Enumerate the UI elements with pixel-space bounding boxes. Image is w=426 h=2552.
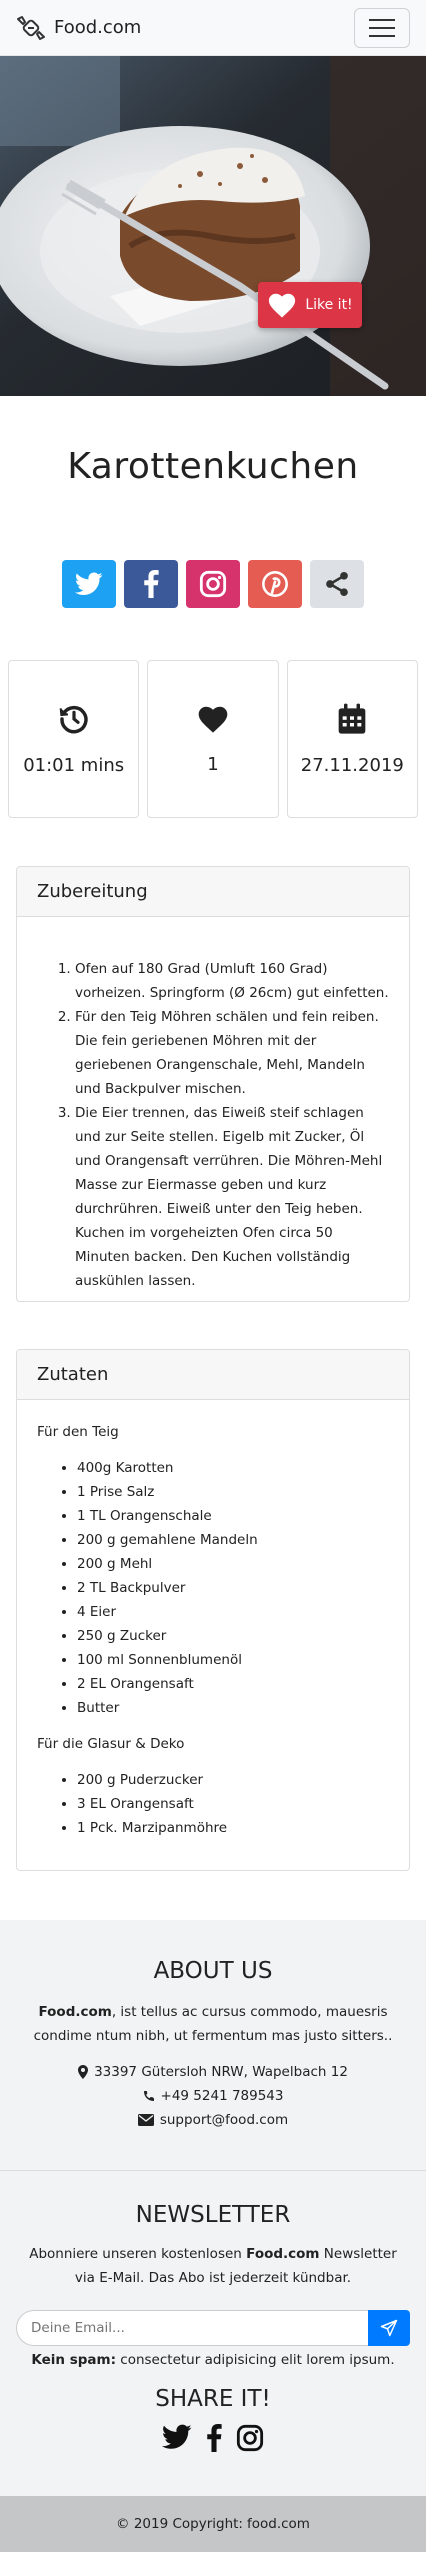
ingredients-card: Zutaten Für den Teig 400g Karotten 1 Pri… xyxy=(16,1349,410,1871)
ingredient-item: 3 EL Orangensaft xyxy=(77,1792,389,1816)
copyright-link[interactable]: food.com xyxy=(247,2516,310,2532)
heart-icon xyxy=(198,706,228,733)
heart-icon xyxy=(269,293,296,318)
menu-toggle-button[interactable] xyxy=(354,7,410,48)
ingredient-group-title: Für die Glasur & Deko xyxy=(37,1736,185,1752)
ingredient-item: 400g Karotten xyxy=(77,1456,389,1480)
ingredient-item: 4 Eier xyxy=(77,1600,389,1624)
ingredient-item: 2 EL Orangensaft xyxy=(77,1672,389,1696)
ingredients-body: Für den Teig 400g Karotten 1 Prise Salz … xyxy=(17,1400,409,1840)
map-marker-icon xyxy=(78,2065,89,2079)
preparation-steps: Ofen auf 180 Grad (Umluft 160 Grad) vorh… xyxy=(17,917,409,1293)
ingredient-group-title: Für den Teig xyxy=(37,1424,119,1440)
about-text: Food.com, ist tellus ac cursus commodo, … xyxy=(33,2004,393,2044)
history-icon xyxy=(59,705,88,733)
share-more-button[interactable] xyxy=(310,560,364,608)
brand-name: Food.com xyxy=(54,17,142,38)
instagram-share-button[interactable] xyxy=(186,560,240,608)
about-title: ABOUT US xyxy=(153,1958,273,1984)
copyright-text: © 2019 Copyright: xyxy=(116,2516,243,2532)
ingredient-item: 2 TL Backpulver xyxy=(77,1576,389,1600)
contact-email[interactable]: support@food.com xyxy=(0,2112,426,2128)
navbar: Food.com xyxy=(0,0,426,56)
recipe-hero-image: Like it! xyxy=(0,56,426,396)
spam-note: Kein spam: consectetur adipisicing elit … xyxy=(31,2352,395,2368)
about-brand: Food.com xyxy=(38,2004,112,2020)
stat-date-value: 27.11.2019 xyxy=(300,754,404,776)
share-icon xyxy=(326,571,348,597)
twitter-share-button[interactable] xyxy=(62,560,116,608)
recipe-title: Karottenkuchen xyxy=(67,446,359,487)
preparation-step: Ofen auf 180 Grad (Umluft 160 Grad) vorh… xyxy=(75,957,389,1005)
stat-time-value: 01:01 mins xyxy=(23,754,125,776)
twitter-icon xyxy=(75,572,103,595)
ingredient-item: 200 g gemahlene Mandeln xyxy=(77,1528,389,1552)
newsletter-submit-button[interactable] xyxy=(368,2310,410,2346)
facebook-icon xyxy=(144,570,159,598)
footer-share-icons xyxy=(0,2424,426,2452)
hamburger-icon xyxy=(369,18,395,21)
contact-address: 33397 Gütersloh NRW, Wapelbach 12 xyxy=(0,2064,426,2080)
facebook-share-button[interactable] xyxy=(124,560,178,608)
share-buttons xyxy=(0,560,426,608)
twitter-icon[interactable] xyxy=(162,2424,192,2450)
pinterest-share-button[interactable] xyxy=(248,560,302,608)
ingredient-item: 200 g Puderzucker xyxy=(77,1768,389,1792)
newsletter-email-input[interactable] xyxy=(16,2310,368,2346)
preparation-header: Zubereitung xyxy=(17,867,409,917)
newsletter-form xyxy=(16,2310,410,2346)
stat-likes-value: 1 xyxy=(207,753,219,775)
brand-link[interactable]: Food.com xyxy=(16,13,141,43)
recipe-stats: 01:01 mins 1 27.11.2019 xyxy=(8,660,418,818)
ingredient-item: 1 TL Orangenschale xyxy=(77,1504,389,1528)
ingredients-header: Zutaten xyxy=(17,1350,409,1400)
share-title: SHARE IT! xyxy=(155,2386,271,2412)
facebook-icon[interactable] xyxy=(206,2424,222,2452)
instagram-icon[interactable] xyxy=(236,2424,264,2452)
cake-photo xyxy=(0,56,426,396)
envelope-icon xyxy=(137,2114,154,2126)
newsletter-text: Abonniere unseren kostenlosen Food.com N… xyxy=(29,2246,397,2286)
paper-plane-icon xyxy=(380,2319,398,2337)
footer-divider xyxy=(0,2170,426,2171)
preparation-card: Zubereitung Ofen auf 180 Grad (Umluft 16… xyxy=(16,866,410,1302)
contact-phone[interactable]: +49 5241 789543 xyxy=(0,2088,426,2104)
like-button[interactable]: Like it! xyxy=(258,282,362,328)
preparation-step: Für den Teig Möhren schälen und fein rei… xyxy=(75,1005,389,1101)
newsletter-title: NEWSLETTER xyxy=(135,2202,291,2228)
ingredient-item: 200 g Mehl xyxy=(77,1552,389,1576)
calendar-icon xyxy=(338,703,366,734)
pinterest-icon xyxy=(262,571,288,597)
phone-icon xyxy=(143,2091,154,2101)
copyright-bar: © 2019 Copyright: food.com xyxy=(0,2496,426,2552)
ingredient-item: 1 Prise Salz xyxy=(77,1480,389,1504)
ingredient-item: Butter xyxy=(77,1696,389,1720)
stat-date: 27.11.2019 xyxy=(286,660,418,818)
ingredient-list: 400g Karotten 1 Prise Salz 1 TL Orangens… xyxy=(37,1456,389,1720)
stat-time: 01:01 mins xyxy=(8,660,140,818)
ingredient-list: 200 g Puderzucker 3 EL Orangensaft 1 Pck… xyxy=(37,1768,389,1840)
instagram-icon xyxy=(199,570,227,598)
stat-likes: 1 xyxy=(147,660,279,818)
ingredient-item: 1 Pck. Marzipanmöhre xyxy=(77,1816,389,1840)
like-label: Like it! xyxy=(305,297,353,313)
ingredient-item: 100 ml Sonnenblumenöl xyxy=(77,1648,389,1672)
preparation-step: Die Eier trennen, das Eiweiß steif schla… xyxy=(75,1101,389,1293)
footer: ABOUT US Food.com, ist tellus ac cursus … xyxy=(0,1920,426,2496)
ingredient-item: 250 g Zucker xyxy=(77,1624,389,1648)
candy-icon xyxy=(17,15,45,40)
